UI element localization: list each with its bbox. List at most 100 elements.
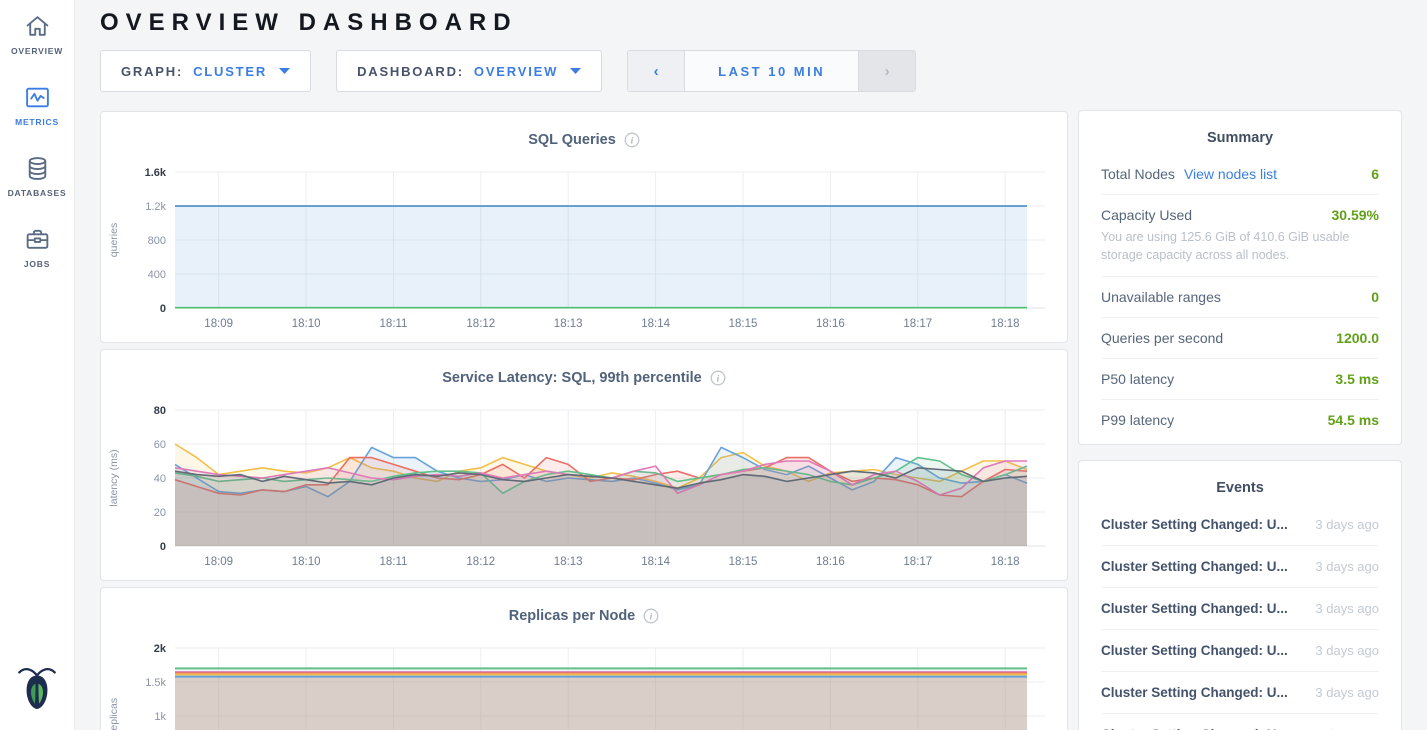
- summary-note: You are using 125.6 GiB of 410.6 GiB usa…: [1101, 228, 1379, 264]
- svg-text:80: 80: [154, 405, 166, 417]
- sidebar-item-label: DATABASES: [8, 188, 67, 198]
- database-icon: [24, 155, 51, 182]
- page-title: OVERVIEW DASHBOARD: [100, 9, 1068, 37]
- summary-row-capacity-used: Capacity Used 30.59% You are using 125.6 G…: [1101, 195, 1379, 277]
- event-time: 3 days ago: [1315, 643, 1379, 658]
- chevron-down-icon: [570, 68, 581, 74]
- svg-text:0: 0: [160, 541, 166, 553]
- right-sidebar: Summary Total Nodes View nodes list 6 Capac…: [1078, 0, 1402, 730]
- chart-title-row: Service Latency: SQL, 99th percentile i: [101, 350, 1067, 398]
- svg-text:800: 800: [148, 235, 166, 247]
- event-text: Cluster Setting Changed: U...: [1101, 601, 1288, 616]
- chart-title: Replicas per Node: [509, 608, 636, 624]
- chart-title: SQL Queries: [528, 132, 616, 148]
- dashboard-dropdown[interactable]: DASHBOARD: OVERVIEW: [336, 50, 602, 92]
- svg-text:queries: queries: [108, 223, 120, 257]
- summary-title: Summary: [1101, 111, 1379, 154]
- summary-value: 6: [1371, 166, 1379, 182]
- event-time: 3 days ago: [1315, 517, 1379, 532]
- left-sidebar: OVERVIEW METRICS DATABASES JOBS: [0, 0, 75, 730]
- svg-text:18:10: 18:10: [292, 556, 321, 568]
- event-time: 3 days ago: [1315, 559, 1379, 574]
- time-next-button: ›: [858, 51, 915, 91]
- event-item[interactable]: Cluster Setting Changed: U...3 days ago: [1101, 713, 1379, 730]
- event-item[interactable]: Cluster Setting Changed: U... 3 days ago: [1101, 587, 1379, 629]
- summary-row-p50-latency: P50 latency3.5 ms: [1101, 359, 1379, 400]
- svg-text:18:14: 18:14: [641, 556, 670, 568]
- svg-text:400: 400: [148, 269, 166, 281]
- dashboard-dropdown-value: OVERVIEW: [474, 64, 558, 79]
- summary-label: P50 latency: [1101, 371, 1174, 387]
- sidebar-item-databases[interactable]: DATABASES: [8, 155, 67, 198]
- event-text: Cluster Setting Changed: U...: [1101, 685, 1288, 700]
- replicas-per-node-chart[interactable]: 05001k1.5k2k18:0918:1018:1118:1218:1318:…: [101, 636, 1067, 730]
- svg-text:18:14: 18:14: [641, 318, 670, 330]
- svg-text:i: i: [630, 136, 633, 146]
- svg-text:18:18: 18:18: [991, 556, 1020, 568]
- summary-value: 0: [1371, 289, 1379, 305]
- sidebar-item-overview[interactable]: OVERVIEW: [8, 13, 67, 56]
- info-icon[interactable]: i: [643, 608, 659, 624]
- summary-label: P99 latency: [1101, 412, 1174, 428]
- summary-label: Capacity Used: [1101, 207, 1192, 223]
- sidebar-item-label: JOBS: [24, 259, 50, 269]
- sidebar-item-jobs[interactable]: JOBS: [8, 226, 67, 269]
- summary-label: Unavailable ranges: [1101, 289, 1221, 305]
- sql-queries-chart[interactable]: 04008001.2k1.6k18:0918:1018:1118:1218:13…: [101, 160, 1067, 342]
- event-text: Cluster Setting Changed: U...: [1101, 643, 1288, 658]
- main-content: OVERVIEW DASHBOARD GRAPH: CLUSTER DASHBO…: [100, 0, 1068, 730]
- summary-row-queries-per-second: Queries per second1200.0: [1101, 318, 1379, 359]
- summary-label: Total Nodes: [1101, 166, 1175, 182]
- toolbar: GRAPH: CLUSTER DASHBOARD: OVERVIEW ‹ LAS…: [100, 50, 1068, 92]
- svg-text:18:13: 18:13: [554, 318, 583, 330]
- chart-title-row: Replicas per Node i: [101, 588, 1067, 636]
- metrics-icon: [24, 84, 51, 111]
- sidebar-item-label: OVERVIEW: [11, 46, 63, 56]
- svg-text:1k: 1k: [154, 711, 166, 723]
- summary-row-p99-latency: P99 latency 54.5 ms: [1101, 400, 1379, 440]
- svg-text:18:17: 18:17: [903, 556, 932, 568]
- cockroach-logo: [16, 663, 58, 716]
- briefcase-icon: [24, 226, 51, 253]
- svg-text:18:16: 18:16: [816, 318, 845, 330]
- svg-text:18:15: 18:15: [729, 318, 758, 330]
- sql-queries-panel: SQL Queries i 04008001.2k1.6k18:0918:101…: [100, 111, 1068, 343]
- info-icon[interactable]: i: [710, 370, 726, 386]
- svg-text:1.5k: 1.5k: [145, 677, 166, 689]
- service-latency-chart[interactable]: 02040608018:0918:1018:1118:1218:1318:141…: [101, 398, 1067, 580]
- sidebar-item-label: METRICS: [15, 117, 59, 127]
- view-nodes-list-link[interactable]: View nodes list: [1184, 166, 1277, 182]
- svg-text:18:15: 18:15: [729, 556, 758, 568]
- svg-text:18:18: 18:18: [991, 318, 1020, 330]
- summary-value: 30.59%: [1332, 207, 1379, 223]
- svg-text:1.2k: 1.2k: [145, 201, 166, 213]
- svg-text:18:10: 18:10: [292, 318, 321, 330]
- svg-text:2k: 2k: [154, 643, 167, 655]
- svg-text:18:16: 18:16: [816, 556, 845, 568]
- event-text: Cluster Setting Changed: U...: [1101, 559, 1288, 574]
- event-time: 3 days ago: [1315, 601, 1379, 616]
- summary-value: 54.5 ms: [1328, 412, 1379, 428]
- time-range-button[interactable]: LAST 10 MIN: [685, 51, 858, 91]
- svg-text:i: i: [716, 374, 719, 384]
- graph-dropdown[interactable]: GRAPH: CLUSTER: [100, 50, 311, 92]
- graph-dropdown-label: GRAPH:: [121, 64, 183, 79]
- event-item[interactable]: Cluster Setting Changed: U...3 days ago: [1101, 504, 1379, 545]
- time-prev-button[interactable]: ‹: [628, 51, 685, 91]
- dashboard-dropdown-label: DASHBOARD:: [357, 64, 464, 79]
- events-title: Events: [1101, 461, 1379, 504]
- graph-dropdown-value: CLUSTER: [193, 64, 267, 79]
- svg-text:i: i: [650, 612, 653, 622]
- sidebar-item-metrics[interactable]: METRICS: [8, 84, 67, 127]
- summary-value: 1200.0: [1336, 330, 1379, 346]
- svg-text:replicas: replicas: [108, 698, 120, 730]
- info-icon[interactable]: i: [624, 132, 640, 148]
- events-panel: Events Cluster Setting Changed: U... 3 da…: [1078, 460, 1402, 730]
- chart-title: Service Latency: SQL, 99th percentile: [442, 370, 702, 386]
- svg-text:0: 0: [160, 303, 166, 315]
- event-item[interactable]: Cluster Setting Changed: U... 3 days ago: [1101, 629, 1379, 671]
- chevron-down-icon: [279, 68, 290, 74]
- svg-text:1.6k: 1.6k: [145, 167, 167, 179]
- event-item[interactable]: Cluster Setting Changed: U... 3 days ago: [1101, 545, 1379, 587]
- event-item[interactable]: Cluster Setting Changed: U...3 days ago: [1101, 671, 1379, 713]
